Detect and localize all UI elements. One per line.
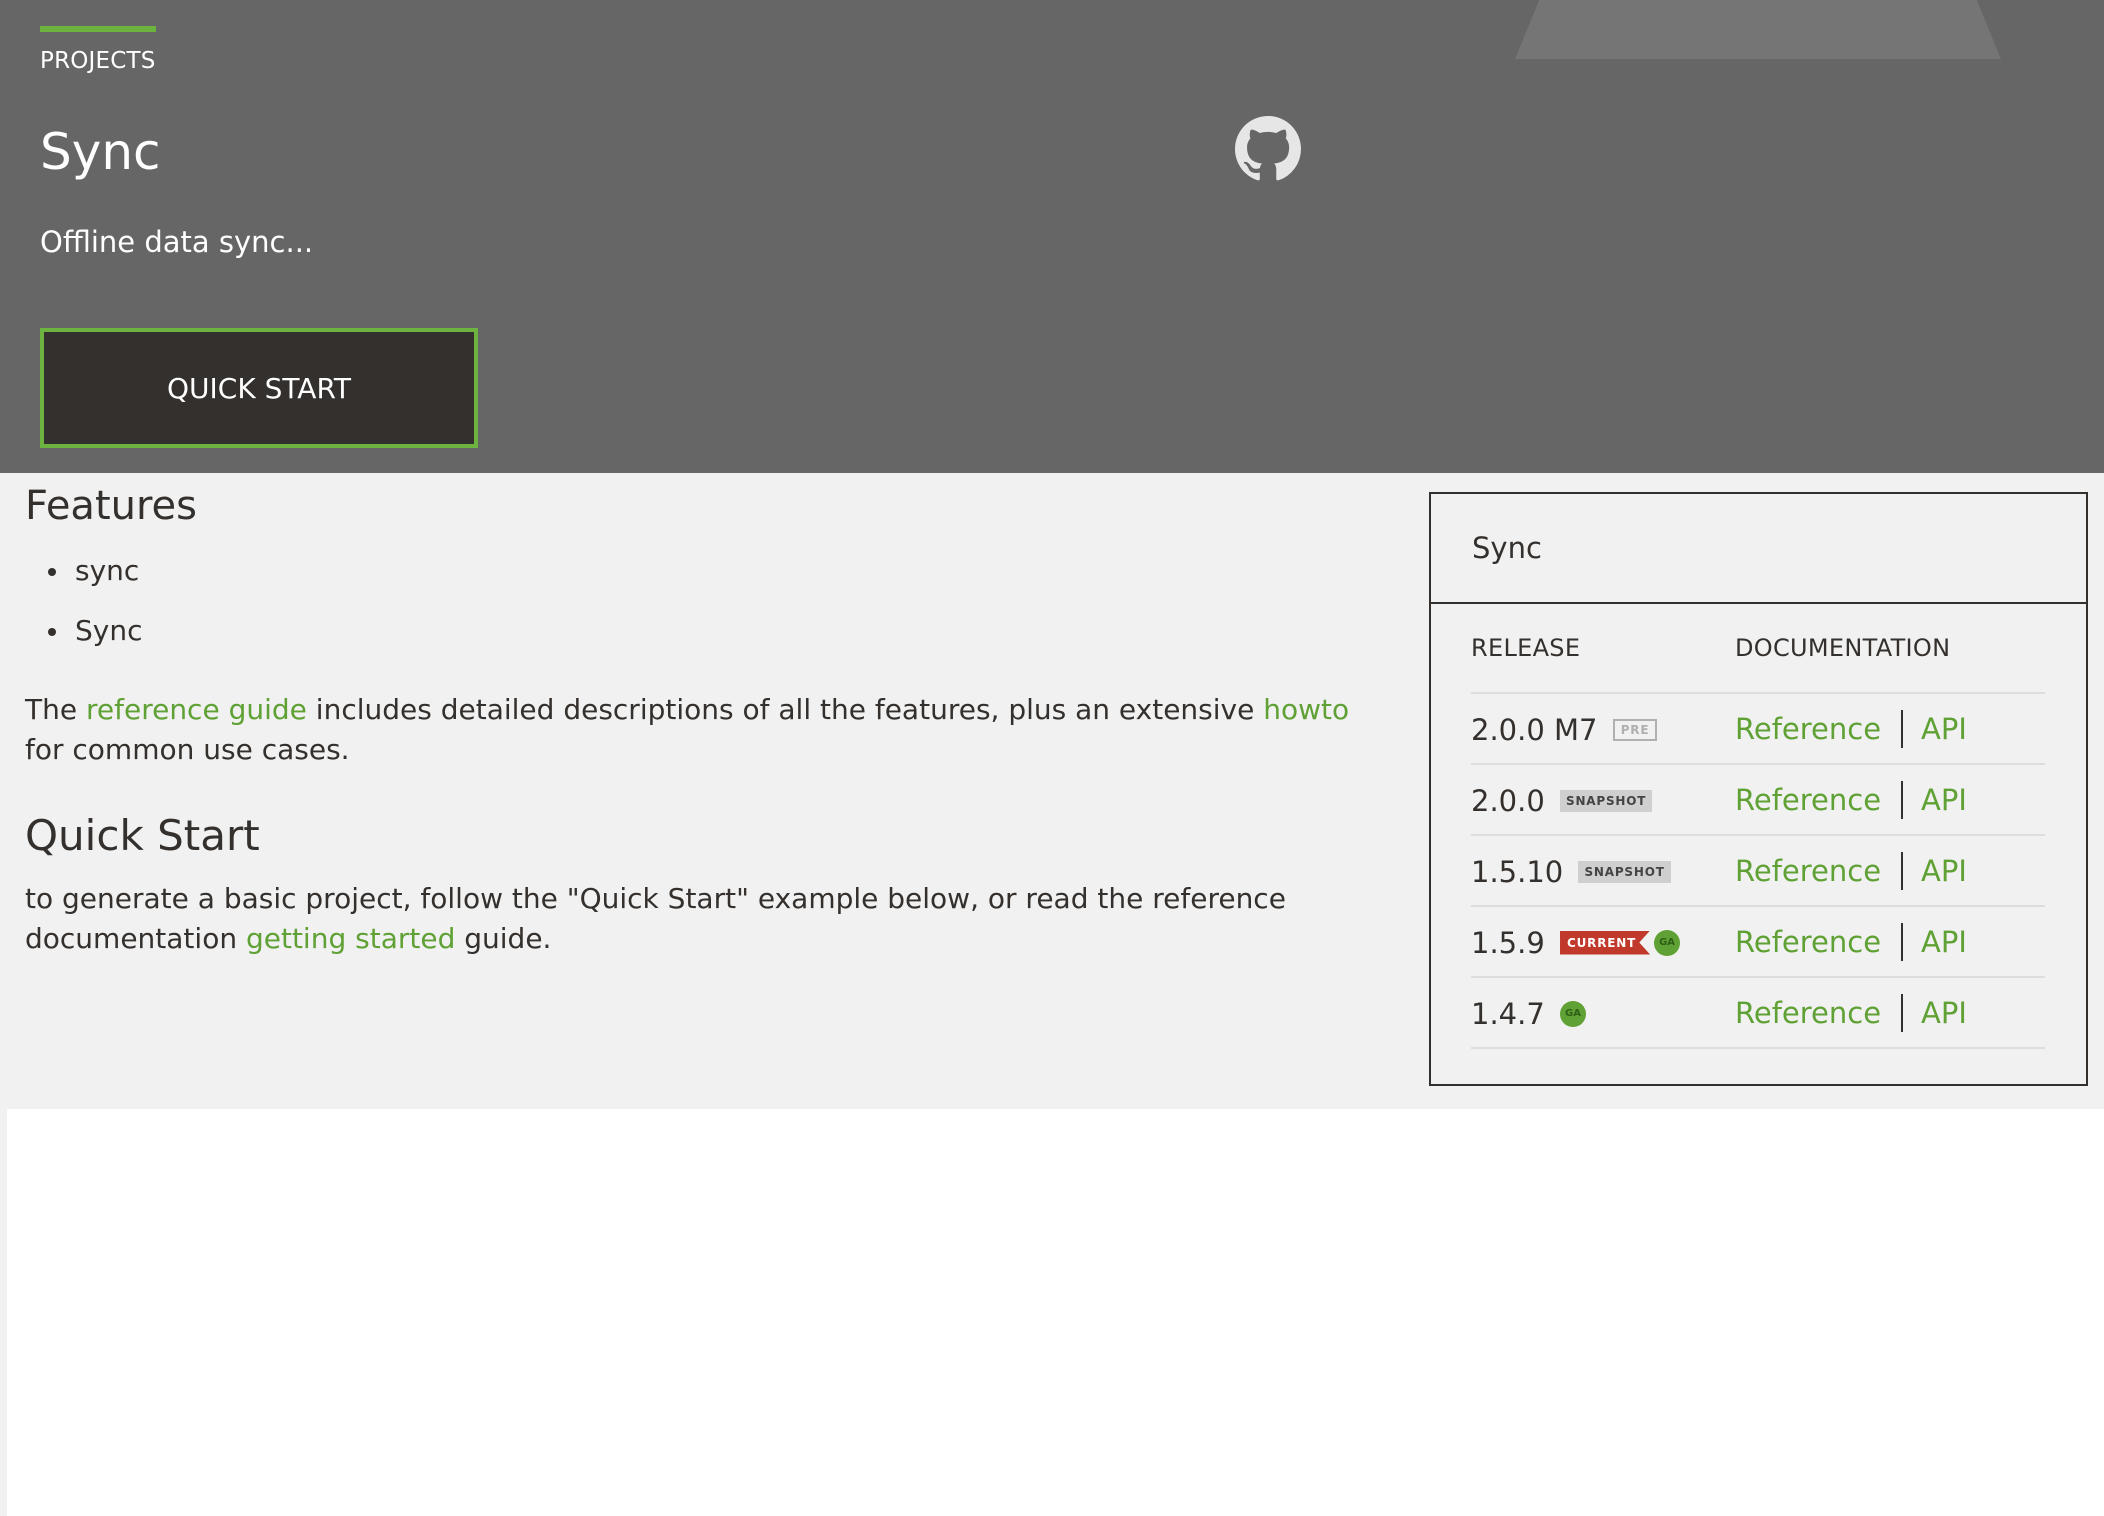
main-content: Features sync Sync The reference guide i…: [0, 473, 2104, 1109]
version-label: 1.5.9: [1471, 925, 1545, 960]
release-cell: 1.4.7 GA: [1471, 977, 1735, 1049]
docs-cell: Reference API: [1735, 906, 2045, 978]
hero-banner: PROJECTS Sync Offline data sync... QUICK…: [0, 0, 2104, 473]
list-item: sync: [47, 553, 142, 613]
version-label: 2.0.0 M7: [1471, 712, 1598, 747]
snapshot-badge: SNAPSHOT: [1560, 789, 1653, 812]
hero-decoration: [1515, 0, 2001, 59]
github-link[interactable]: [1235, 116, 1301, 182]
reference-link[interactable]: Reference: [1735, 925, 1881, 959]
list-item: Sync: [47, 613, 142, 673]
api-link[interactable]: API: [1921, 712, 1967, 746]
paragraph-text: guide.: [455, 922, 552, 955]
api-link[interactable]: API: [1921, 854, 1967, 888]
page-edge: [0, 1109, 7, 1516]
docs-cell: Reference API: [1735, 977, 2045, 1049]
release-cell: 1.5.10 SNAPSHOT: [1471, 835, 1735, 907]
quick-start-button[interactable]: QUICK START: [40, 328, 478, 448]
release-cell: 2.0.0 M7 PRE: [1471, 693, 1735, 765]
docs-cell: Reference API: [1735, 693, 2045, 765]
getting-started-link[interactable]: getting started: [246, 922, 455, 955]
projects-nav-link[interactable]: PROJECTS: [40, 26, 156, 74]
releases-panel: Sync RELEASE DOCUMENTATION 2.0.0 M7 PRE …: [1429, 492, 2088, 1086]
features-heading: Features: [25, 483, 197, 529]
paragraph-text: to generate a basic project, follow the …: [25, 882, 1286, 955]
page-title: Sync: [40, 123, 161, 181]
quick-start-paragraph: to generate a basic project, follow the …: [25, 879, 1355, 959]
ga-badge: GA: [1560, 1000, 1587, 1027]
table-row: 2.0.0 SNAPSHOT Reference API: [1471, 764, 2045, 836]
docs-cell: Reference API: [1735, 764, 2045, 836]
docs-cell: Reference API: [1735, 835, 2045, 907]
releases-table: RELEASE DOCUMENTATION 2.0.0 M7 PRE Refer…: [1471, 624, 2045, 1049]
reference-link[interactable]: Reference: [1735, 783, 1881, 817]
divider: [1901, 780, 1904, 819]
table-row: 1.4.7 GA Reference API: [1471, 977, 2045, 1049]
panel-title: Sync: [1431, 494, 2086, 604]
column-header-release: RELEASE: [1471, 624, 1735, 694]
version-label: 2.0.0: [1471, 783, 1545, 818]
column-header-documentation: DOCUMENTATION: [1735, 624, 2045, 694]
paragraph-text: The: [25, 693, 86, 726]
paragraph-text: includes detailed descriptions of all th…: [306, 693, 1264, 726]
howto-link[interactable]: howto: [1263, 693, 1349, 726]
ga-badge: GA: [1654, 929, 1681, 956]
divider: [1901, 993, 1904, 1032]
version-label: 1.4.7: [1471, 996, 1545, 1031]
reference-link[interactable]: Reference: [1735, 854, 1881, 888]
api-link[interactable]: API: [1921, 925, 1967, 959]
release-cell: 1.5.9 CURRENT GA: [1471, 906, 1735, 978]
quick-start-heading: Quick Start: [25, 811, 260, 860]
snapshot-badge: SNAPSHOT: [1578, 860, 1671, 883]
paragraph-text: for common use cases.: [25, 733, 350, 766]
reference-guide-link[interactable]: reference guide: [86, 693, 307, 726]
features-list: sync Sync: [47, 553, 142, 673]
api-link[interactable]: API: [1921, 783, 1967, 817]
api-link[interactable]: API: [1921, 996, 1967, 1030]
reference-link[interactable]: Reference: [1735, 996, 1881, 1030]
current-badge: CURRENT: [1560, 930, 1651, 955]
version-label: 1.5.10: [1471, 854, 1564, 889]
pre-badge: PRE: [1612, 718, 1658, 741]
reference-paragraph: The reference guide includes detailed de…: [25, 690, 1355, 770]
table-row: 1.5.10 SNAPSHOT Reference API: [1471, 835, 2045, 907]
table-row: 1.5.9 CURRENT GA Reference API: [1471, 906, 2045, 978]
divider: [1901, 851, 1904, 890]
release-cell: 2.0.0 SNAPSHOT: [1471, 764, 1735, 836]
hero-tagline: Offline data sync...: [40, 225, 314, 259]
github-icon: [1235, 116, 1301, 181]
reference-link[interactable]: Reference: [1735, 712, 1881, 746]
table-row: 2.0.0 M7 PRE Reference API: [1471, 693, 2045, 765]
divider: [1901, 709, 1904, 748]
table-header-row: RELEASE DOCUMENTATION: [1471, 624, 2045, 694]
divider: [1901, 922, 1904, 961]
